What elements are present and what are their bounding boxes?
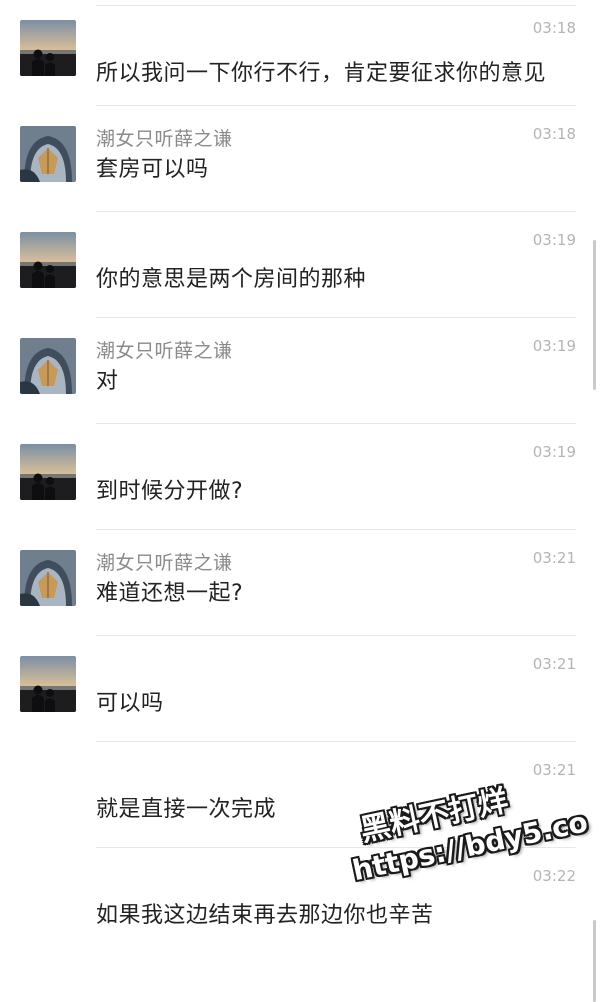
chat-message[interactable]: 潮女只听薛之谦 03:18 套房可以吗	[0, 106, 600, 212]
hooded-girl-avatar[interactable]	[20, 338, 76, 394]
chat-message[interactable]: 03:18 所以我问一下你行不行，肯定要征求你的意见	[0, 0, 600, 106]
message-time: 03:22	[532, 867, 576, 885]
message-time: 03:19	[532, 231, 576, 249]
chat-message[interactable]: 03:19 到时候分开做?	[0, 424, 600, 530]
message-text: 对	[96, 369, 119, 394]
message-text: 你的意思是两个房间的那种	[96, 267, 367, 292]
hooded-girl-avatar[interactable]	[20, 126, 76, 182]
sender-name: 潮女只听薛之谦	[96, 552, 233, 574]
sender-name: 潮女只听薛之谦	[96, 340, 233, 362]
chat-message[interactable]: 潮女只听薛之谦 03:19 对	[0, 318, 600, 424]
message-time: 03:21	[532, 655, 576, 673]
sunset-silhouette-avatar[interactable]	[20, 232, 76, 288]
hooded-girl-avatar[interactable]	[20, 550, 76, 606]
message-time: 03:18	[532, 19, 576, 37]
message-time: 03:21	[532, 761, 576, 779]
message-text: 难道还想一起?	[96, 581, 244, 606]
chat-message[interactable]: 03:21 可以吗	[0, 636, 600, 742]
message-text: 可以吗	[96, 691, 164, 716]
message-text: 如果我这边结束再去那边你也辛苦	[96, 903, 434, 928]
sender-name: 潮女只听薛之谦	[96, 128, 233, 150]
message-text: 到时候分开做?	[96, 479, 244, 504]
sunset-silhouette-avatar[interactable]	[20, 656, 76, 712]
scrollbar-thumb[interactable]	[593, 240, 596, 390]
message-time: 03:19	[532, 443, 576, 461]
chat-message[interactable]: 03:22 如果我这边结束再去那边你也辛苦	[0, 848, 600, 954]
chat-message[interactable]: 潮女只听薛之谦 03:21 难道还想一起?	[0, 530, 600, 636]
sunset-silhouette-avatar[interactable]	[20, 20, 76, 76]
message-text: 就是直接一次完成	[96, 797, 277, 822]
message-time: 03:18	[532, 125, 576, 143]
message-time: 03:21	[532, 549, 576, 567]
chat-message[interactable]: 03:21 就是直接一次完成	[0, 742, 600, 848]
chat-message[interactable]: 03:19 你的意思是两个房间的那种	[0, 212, 600, 318]
message-text: 所以我问一下你行不行，肯定要征求你的意见	[96, 61, 547, 86]
sunset-silhouette-avatar[interactable]	[20, 444, 76, 500]
message-time: 03:19	[532, 337, 576, 355]
message-text: 套房可以吗	[96, 157, 209, 182]
scrollbar-thumb-lower[interactable]	[593, 920, 596, 1002]
